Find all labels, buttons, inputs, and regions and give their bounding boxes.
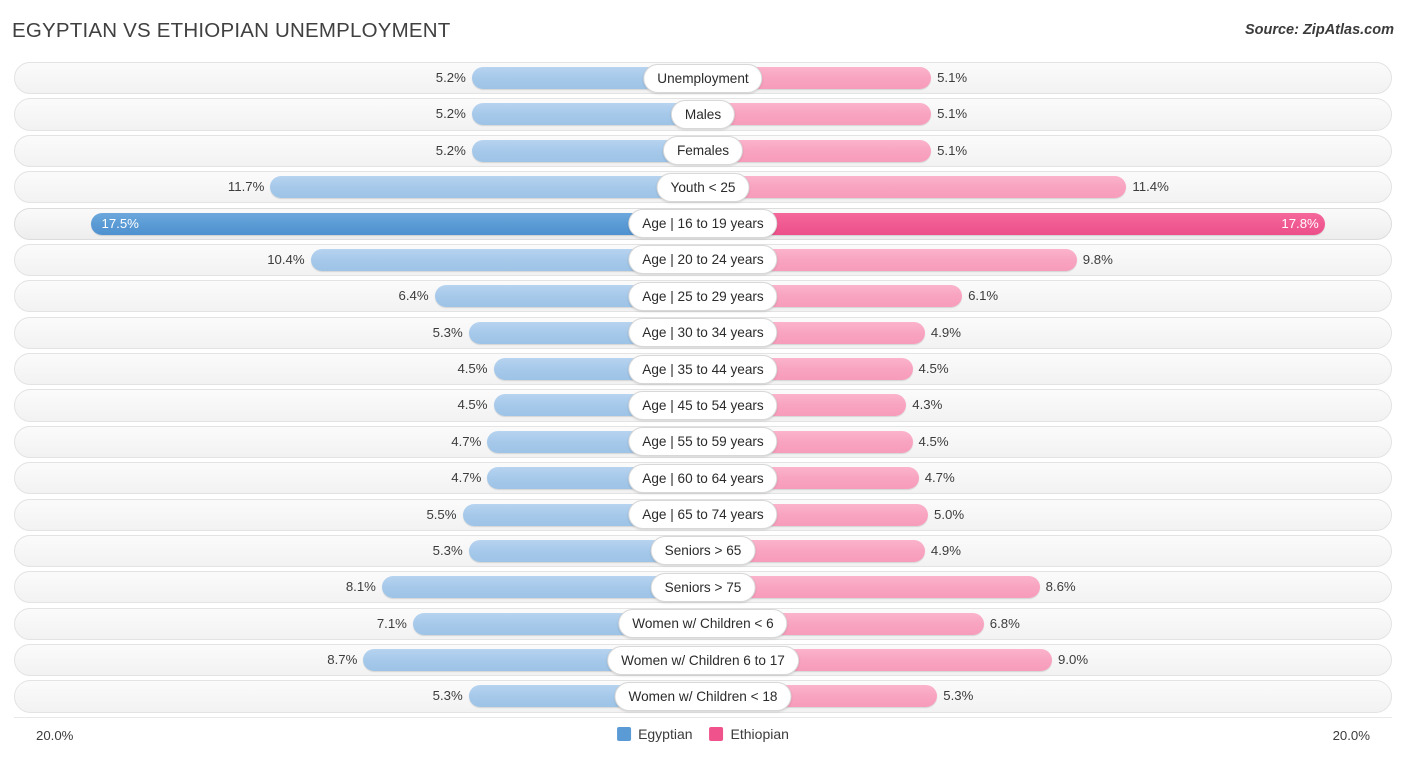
footer-divider [14,717,1392,718]
value-label-egyptian: 8.7% [327,652,358,667]
legend-item-ethiopian[interactable]: Ethiopian [709,726,789,742]
chart-row[interactable]: 4.5% 4.5% Age | 35 to 44 years [14,353,1392,386]
row-category-label[interactable]: Age | 45 to 54 years [628,390,778,420]
legend-swatch-ethiopian [709,727,724,741]
value-label-egyptian: 17.5% [101,215,139,231]
chart-row[interactable]: 8.7% 9.0% Women w/ Children 6 to 17 [14,644,1392,677]
chart-row[interactable]: 5.2% 5.1% Unemployment [14,62,1392,95]
value-label-ethiopian: 4.9% [930,542,961,558]
bar-ethiopian[interactable] [703,103,932,126]
value-label-ethiopian: 9.0% [1058,652,1089,667]
row-category-label[interactable]: Seniors > 65 [650,536,756,566]
chart-row[interactable]: 5.3% 4.9% Seniors > 65 [14,534,1392,568]
chart-legend: Egyptian Ethiopian [617,726,789,742]
value-label-egyptian: 5.3% [432,324,463,340]
value-label-egyptian: 6.4% [398,288,429,304]
row-category-label[interactable]: Seniors > 75 [650,572,756,602]
row-category-label[interactable]: Women w/ Children < 18 [614,681,792,711]
value-label-ethiopian: 6.1% [968,288,999,304]
row-category-label[interactable]: Age | 35 to 44 years [628,354,778,384]
row-category-label[interactable]: Age | 55 to 59 years [628,427,778,457]
chart-row[interactable]: 5.3% 5.3% Women w/ Children < 18 [14,680,1392,713]
chart-row[interactable]: 17.5% 17.8% Age | 16 to 19 years [14,207,1392,240]
chart-row[interactable]: 5.2% 5.1% Females [14,134,1392,167]
row-category-label[interactable]: Youth < 25 [656,172,750,202]
chart-row[interactable]: 10.4% 9.8% Age | 20 to 24 years [14,243,1392,277]
row-category-label[interactable]: Women w/ Children < 6 [618,609,788,639]
axis-label-left: 20.0% [36,728,74,743]
value-label-ethiopian: 5.1% [937,106,968,122]
value-label-ethiopian: 11.4% [1132,179,1169,195]
bar-egyptian[interactable] [270,176,703,199]
row-category-label[interactable]: Unemployment [643,63,763,93]
chart-row[interactable]: 6.4% 6.1% Age | 25 to 29 years [14,280,1392,313]
value-label-ethiopian: 5.0% [934,506,965,522]
value-label-ethiopian: 4.5% [918,361,949,376]
value-label-egyptian: 5.2% [435,70,466,85]
chart-row[interactable]: 8.1% 8.6% Seniors > 75 [14,571,1392,604]
value-label-egyptian: 4.5% [457,397,488,413]
row-category-label[interactable]: Males [670,99,736,129]
page-header: EGYPTIAN VS ETHIOPIAN UNEMPLOYMENT Sourc… [0,0,1406,62]
chart-row[interactable]: 4.5% 4.3% Age | 45 to 54 years [14,389,1392,422]
value-label-ethiopian: 4.9% [930,324,961,340]
row-category-label[interactable]: Age | 16 to 19 years [628,209,778,239]
chart-page: EGYPTIAN VS ETHIOPIAN UNEMPLOYMENT Sourc… [0,0,1406,757]
legend-label-egyptian: Egyptian [638,726,693,742]
row-category-label[interactable]: Women w/ Children 6 to 17 [607,645,799,675]
source-attribution: Source: ZipAtlas.com [1244,22,1394,38]
chart-row[interactable]: 5.2% 5.1% Males [14,98,1392,131]
diverging-bar-chart: 5.2% 5.1% Unemployment 5.2% 5.1% Males 5.2% 5.1… [0,62,1406,717]
value-label-ethiopian: 4.5% [918,433,949,449]
value-label-egyptian: 5.5% [426,506,457,522]
value-label-ethiopian: 8.6% [1045,579,1076,595]
value-label-ethiopian: 4.3% [912,397,943,413]
value-label-egyptian: 7.1% [376,615,407,631]
bar-egyptian[interactable] [471,103,703,126]
axis-label-right: 20.0% [1332,728,1370,743]
chart-row[interactable]: 7.1% 6.8% Women w/ Children < 6 [14,607,1392,640]
value-label-egyptian: 5.3% [432,688,463,704]
row-category-label[interactable]: Age | 65 to 74 years [628,500,778,530]
chart-row[interactable]: 5.3% 4.9% Age | 30 to 34 years [14,316,1392,349]
page-title: EGYPTIAN VS ETHIOPIAN UNEMPLOYMENT [12,19,451,42]
row-category-label[interactable]: Age | 30 to 34 years [628,318,778,348]
value-label-egyptian: 4.7% [451,470,482,486]
row-category-label[interactable]: Age | 20 to 24 years [628,245,778,275]
value-label-egyptian: 10.4% [267,251,305,267]
chart-row[interactable]: 11.7% 11.4% Youth < 25 [14,171,1392,204]
value-label-ethiopian: 4.7% [924,470,955,486]
row-category-label[interactable]: Females [662,136,744,166]
value-label-ethiopian: 6.8% [989,615,1020,631]
value-label-egyptian: 11.7% [227,179,265,195]
chart-row[interactable]: 5.5% 5.0% Age | 65 to 74 years [14,498,1392,531]
value-label-egyptian: 5.2% [435,106,466,122]
bar-egyptian[interactable] [90,212,703,235]
bar-ethiopian[interactable] [703,176,1127,199]
chart-row[interactable]: 4.7% 4.7% Age | 60 to 64 years [14,462,1392,495]
legend-item-egyptian[interactable]: Egyptian [617,726,693,742]
value-label-egyptian: 8.1% [345,579,376,595]
row-category-label[interactable]: Age | 25 to 29 years [628,281,778,311]
value-label-egyptian: 5.3% [432,542,463,558]
row-category-label[interactable]: Age | 60 to 64 years [628,463,778,493]
chart-footer: 20.0% Egyptian Ethiopian 20.0% [0,717,1406,757]
value-label-ethiopian: 5.1% [937,70,968,85]
chart-row[interactable]: 4.7% 4.5% Age | 55 to 59 years [14,425,1392,458]
value-label-ethiopian: 5.1% [937,142,968,158]
legend-swatch-egyptian [617,727,632,741]
bar-ethiopian[interactable] [703,212,1325,235]
value-label-egyptian: 5.2% [435,142,466,158]
value-label-ethiopian: 9.8% [1082,251,1113,267]
value-label-ethiopian: 17.8% [1281,215,1319,231]
legend-label-ethiopian: Ethiopian [730,726,789,742]
value-label-ethiopian: 5.3% [943,688,974,704]
value-label-egyptian: 4.7% [451,433,482,449]
value-label-egyptian: 4.5% [457,361,488,376]
